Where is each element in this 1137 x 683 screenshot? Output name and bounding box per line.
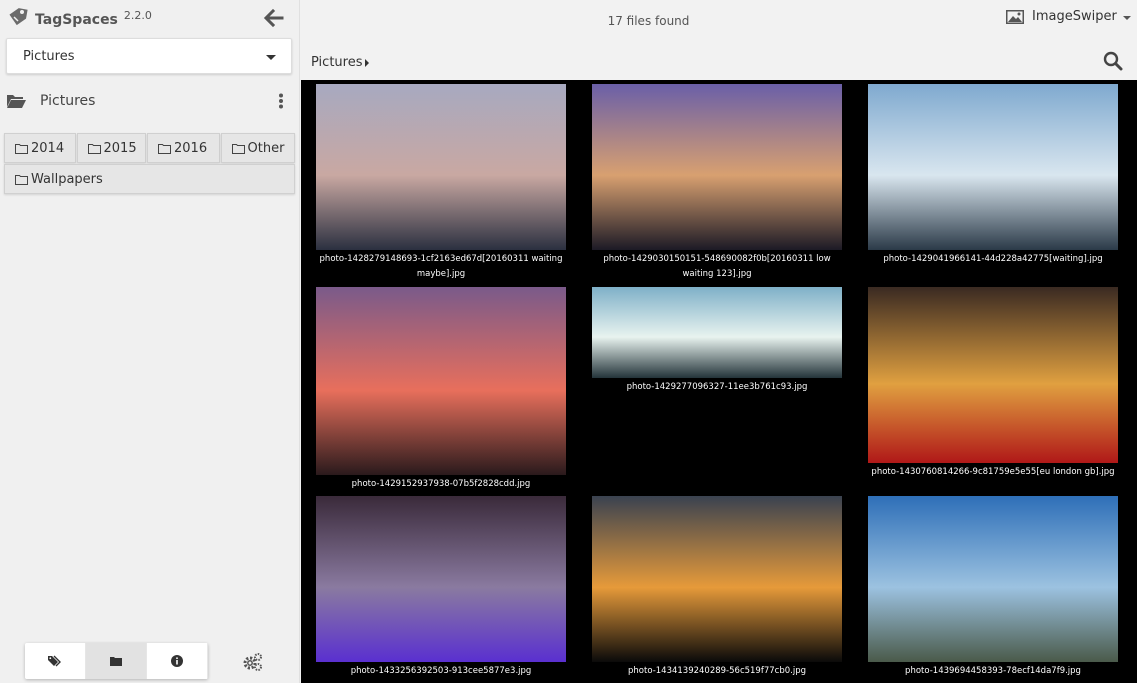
location-dropdown[interactable]: Pictures — [6, 38, 292, 74]
folder-icon — [15, 174, 28, 185]
file-name: photo-1439694458393-78ecf14da7f9.jpg — [905, 666, 1081, 676]
file-name: photo-1429152937938-07b5f2828cdd.jpg — [351, 479, 531, 489]
file-tile[interactable]: photo-1429041966141-44d228a42775[waiting… — [868, 84, 1118, 267]
thumbnail-image[interactable] — [868, 496, 1118, 662]
tab-tags[interactable] — [25, 643, 86, 679]
thumbnail-image[interactable] — [868, 84, 1118, 250]
app-brand: TagSpaces 2.2.0 — [6, 4, 152, 32]
folder-icon — [110, 657, 122, 666]
perspective-switcher[interactable]: ImageSwiper — [1006, 9, 1131, 24]
file-tile[interactable]: photo-1428279148693-1cf2163ed67d[2016031… — [316, 84, 566, 282]
perspective-label: ImageSwiper — [1032, 9, 1117, 24]
sidebar: TagSpaces 2.2.0 Pictures Pictures 2014 2… — [0, 0, 300, 683]
subfolder-button-other[interactable]: Other — [220, 133, 295, 163]
file-tile[interactable]: photo-1434139240289-56c519f77cb0.jpg — [592, 496, 842, 679]
file-tile[interactable]: photo-1429152937938-07b5f2828cdd.jpg — [316, 287, 566, 492]
subfolder-list: 2014 2015 2016 Other Wallpapers — [4, 133, 296, 195]
thumbnail-image[interactable] — [592, 496, 842, 662]
breadcrumb[interactable]: Pictures — [311, 55, 370, 70]
more-vertical-icon[interactable] — [278, 93, 284, 109]
chevron-right-icon — [365, 58, 370, 67]
thumbnail-image[interactable] — [592, 84, 842, 250]
subfolder-label: 2014 — [31, 140, 65, 156]
subfolder-label: 2016 — [174, 140, 208, 156]
subfolder-label: Other — [247, 140, 285, 156]
file-tile[interactable]: photo-1430760814266-9c81759e5e55[eu lond… — [868, 287, 1118, 480]
file-name: photo-1429041966141-44d228a42775[waiting… — [883, 254, 1103, 264]
thumbnail-image[interactable] — [316, 496, 566, 662]
thumbnail-image[interactable] — [316, 84, 566, 250]
folder-icon — [15, 143, 28, 154]
subfolder-button-2015[interactable]: 2015 — [76, 133, 147, 163]
file-name: photo-1428279148693-1cf2163ed67d[2016031… — [319, 254, 563, 279]
folder-icon — [158, 143, 172, 154]
subfolder-button-wallpapers[interactable]: Wallpapers — [4, 164, 295, 194]
tagspaces-logo-icon — [9, 8, 28, 26]
thumbnail-image[interactable] — [316, 287, 566, 475]
tab-folders[interactable] — [86, 643, 147, 679]
subfolder-label: Wallpapers — [31, 171, 103, 187]
info-icon — [171, 655, 183, 667]
file-tile[interactable]: photo-1429277096327-11ee3b761c93.jpg — [592, 287, 842, 395]
chevron-down-icon — [266, 55, 276, 60]
app-name: TagSpaces — [35, 12, 118, 28]
file-tile[interactable]: photo-1429030150151-548690082f0b[2016031… — [592, 84, 842, 282]
folder-icon — [231, 143, 245, 154]
subfolder-button-2014[interactable]: 2014 — [4, 133, 76, 163]
settings-gears-icon[interactable] — [243, 652, 263, 672]
file-name: photo-1429030150151-548690082f0b[2016031… — [603, 254, 831, 279]
directory-title: Pictures — [40, 93, 96, 109]
file-name: photo-1430760814266-9c81759e5e55[eu lond… — [871, 467, 1115, 477]
sidebar-tab-bar — [25, 643, 208, 679]
tab-info[interactable] — [147, 643, 208, 679]
file-tile[interactable]: photo-1433256392503-913cee5877e3.jpg — [316, 496, 566, 679]
file-tile[interactable]: photo-1439694458393-78ecf14da7f9.jpg — [868, 496, 1118, 679]
file-gallery: photo-1428279148693-1cf2163ed67d[2016031… — [301, 80, 1137, 683]
breadcrumb-current: Pictures — [311, 55, 363, 70]
path-bar: Pictures — [301, 44, 1137, 80]
file-name: photo-1429277096327-11ee3b761c93.jpg — [626, 382, 808, 392]
directory-header: Pictures — [6, 88, 294, 114]
main-area: 17 files found ImageSwiper Pictures phot… — [301, 0, 1137, 683]
subfolder-label: 2015 — [103, 140, 137, 156]
folder-open-icon — [7, 95, 26, 108]
chevron-down-icon — [1122, 15, 1131, 20]
thumbnail-image[interactable] — [868, 287, 1118, 463]
location-selected: Pictures — [23, 48, 75, 64]
app-version: 2.2.0 — [123, 8, 152, 22]
image-icon — [1006, 9, 1024, 24]
tags-icon — [48, 655, 61, 667]
thumbnail-image[interactable] — [592, 287, 842, 378]
file-name: photo-1433256392503-913cee5877e3.jpg — [350, 666, 532, 676]
file-name: photo-1434139240289-56c519f77cb0.jpg — [628, 666, 806, 676]
back-arrow-icon[interactable] — [262, 8, 284, 28]
folder-icon — [87, 143, 101, 154]
top-bar: 17 files found ImageSwiper — [301, 0, 1137, 44]
file-count-label: 17 files found — [607, 14, 690, 28]
subfolder-button-2016[interactable]: 2016 — [147, 133, 220, 163]
search-icon[interactable] — [1103, 51, 1123, 71]
